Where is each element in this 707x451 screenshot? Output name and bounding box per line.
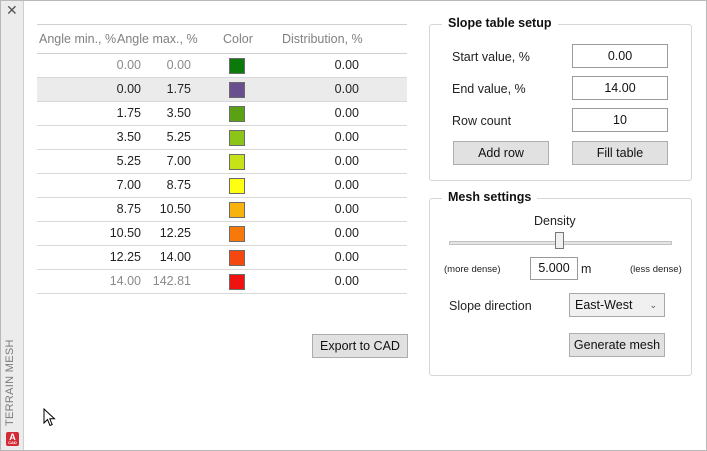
angle-max-cell: 0.00 <box>166 58 191 72</box>
color-swatch[interactable] <box>229 154 245 170</box>
color-swatch[interactable] <box>229 226 245 242</box>
start-value-field[interactable]: 0.00 <box>572 44 668 68</box>
distribution-cell: 0.00 <box>334 130 359 144</box>
col-angle-min[interactable]: Angle min., % <box>39 32 116 46</box>
table-row[interactable]: 7.00 8.75 0.00 <box>37 174 407 198</box>
color-swatch[interactable] <box>229 106 245 122</box>
color-swatch[interactable] <box>229 130 245 146</box>
col-distribution[interactable]: Distribution, % <box>282 32 363 46</box>
mouse-cursor-icon <box>43 408 56 427</box>
slope-table: Angle min., % Angle max., % Color Distri… <box>37 24 407 294</box>
color-swatch[interactable] <box>229 178 245 194</box>
table-row[interactable]: 10.50 12.25 0.00 <box>37 222 407 246</box>
angle-max-cell: 8.75 <box>166 178 191 192</box>
start-value-label: Start value, % <box>452 50 530 64</box>
slope-direction-value: East-West <box>575 298 633 312</box>
main-panel: Angle min., % Angle max., % Color Distri… <box>25 4 704 446</box>
density-unit: m <box>581 262 592 276</box>
app-logo: A CAD <box>6 432 19 446</box>
distribution-cell: 0.00 <box>334 202 359 216</box>
color-swatch[interactable] <box>229 250 245 266</box>
export-to-cad-button[interactable]: Export to CAD <box>312 334 408 358</box>
chevron-down-icon: ⌄ <box>649 300 657 310</box>
table-row[interactable]: 14.00 142.81 0.00 <box>37 270 407 294</box>
color-swatch[interactable] <box>229 58 245 74</box>
end-value-label: End value, % <box>452 82 526 96</box>
more-dense-label: (more dense) <box>444 264 501 275</box>
less-dense-label: (less dense) <box>630 264 682 275</box>
close-icon[interactable]: ✕ <box>6 4 18 18</box>
end-value-field[interactable]: 14.00 <box>572 76 668 100</box>
angle-max-cell: 7.00 <box>166 154 191 168</box>
table-row[interactable]: 0.00 1.75 0.00 <box>37 78 407 102</box>
density-value-field[interactable]: 5.000 <box>530 257 578 280</box>
density-label: Density <box>534 214 576 228</box>
angle-max-cell: 14.00 <box>159 250 191 264</box>
slope-direction-label: Slope direction <box>449 299 532 313</box>
mesh-settings-title: Mesh settings <box>442 190 538 204</box>
table-row[interactable]: 3.50 5.25 0.00 <box>37 126 407 150</box>
angle-max-cell: 12.25 <box>159 226 191 240</box>
table-row[interactable]: 8.75 10.50 0.00 <box>37 198 407 222</box>
col-color[interactable]: Color <box>223 32 253 46</box>
distribution-cell: 0.00 <box>334 82 359 96</box>
distribution-cell: 0.00 <box>334 58 359 72</box>
table-body: 0.00 0.00 0.00 0.00 1.75 0.00 1.75 3.50 0.00 3.50… <box>37 54 407 294</box>
slope-setup-title: Slope table setup <box>442 16 558 30</box>
generate-mesh-button[interactable]: Generate mesh <box>569 333 665 357</box>
table-row[interactable]: 12.25 14.00 0.00 <box>37 246 407 270</box>
vertical-title: TERRAIN MESH <box>4 339 16 426</box>
angle-max-cell: 1.75 <box>166 82 191 96</box>
fill-table-button[interactable]: Fill table <box>572 141 668 165</box>
angle-max-cell: 5.25 <box>166 130 191 144</box>
table-row[interactable]: 5.25 7.00 0.00 <box>37 150 407 174</box>
distribution-cell: 0.00 <box>334 154 359 168</box>
angle-max-cell: 3.50 <box>166 106 191 120</box>
density-slider-thumb[interactable] <box>555 232 564 249</box>
logo-small-text: CAD <box>8 440 17 445</box>
add-row-button[interactable]: Add row <box>453 141 549 165</box>
distribution-cell: 0.00 <box>334 106 359 120</box>
angle-max-cell: 10.50 <box>159 202 191 216</box>
color-swatch[interactable] <box>229 82 245 98</box>
row-count-label: Row count <box>452 114 512 128</box>
distribution-cell: 0.00 <box>334 226 359 240</box>
color-swatch[interactable] <box>229 274 245 290</box>
col-angle-max[interactable]: Angle max., % <box>117 32 198 46</box>
distribution-cell: 0.00 <box>334 250 359 264</box>
angle-max-cell: 142.81 <box>152 274 191 288</box>
mesh-settings-group: Mesh settings Density (more dense) 5.000… <box>429 190 692 376</box>
distribution-cell: 0.00 <box>334 274 359 288</box>
side-panel: ✕ TERRAIN MESH A CAD <box>1 1 24 450</box>
slope-setup-group: Slope table setup Start value, % 0.00 En… <box>429 16 692 181</box>
slope-direction-select[interactable]: East-West ⌄ <box>569 293 665 317</box>
dialog-window: ✕ TERRAIN MESH A CAD Angle min., % Angle… <box>0 0 707 451</box>
table-header: Angle min., % Angle max., % Color Distri… <box>37 24 407 54</box>
table-row[interactable]: 0.00 0.00 0.00 <box>37 54 407 78</box>
distribution-cell: 0.00 <box>334 178 359 192</box>
row-count-field[interactable]: 10 <box>572 108 668 132</box>
color-swatch[interactable] <box>229 202 245 218</box>
table-row[interactable]: 1.75 3.50 0.00 <box>37 102 407 126</box>
